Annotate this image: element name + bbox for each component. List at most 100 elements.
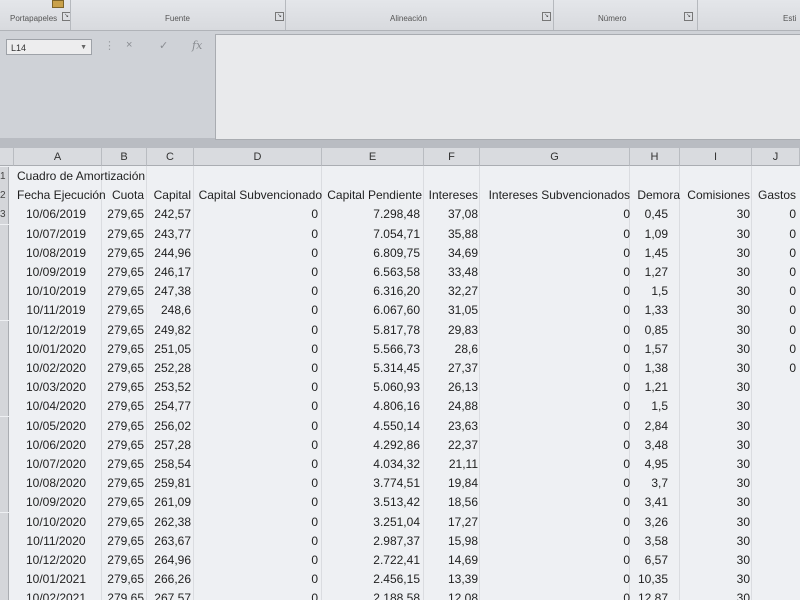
cell[interactable]: 10/06/2019 xyxy=(14,205,98,224)
cell[interactable]: 258,54 xyxy=(147,455,191,474)
cell[interactable]: 30 xyxy=(680,225,750,244)
cell[interactable]: 263,67 xyxy=(147,532,191,551)
cell[interactable]: 5.817,78 xyxy=(322,321,420,340)
cell[interactable]: 0 xyxy=(194,474,318,493)
cell[interactable]: 0 xyxy=(194,493,318,512)
cell[interactable]: Intereses xyxy=(424,186,478,205)
cell[interactable]: 10/11/2020 xyxy=(14,532,98,551)
cell[interactable]: 0 xyxy=(480,570,630,589)
cell[interactable]: 279,65 xyxy=(102,359,144,378)
cell[interactable]: Demora xyxy=(630,186,680,205)
cell[interactable]: 0 xyxy=(194,397,318,416)
cell[interactable] xyxy=(752,493,796,512)
cell[interactable]: 0 xyxy=(480,263,630,282)
cell[interactable]: 0 xyxy=(752,301,796,320)
cell[interactable]: 10/05/2020 xyxy=(14,417,98,436)
cell[interactable]: 0,85 xyxy=(630,321,668,340)
cell[interactable]: 30 xyxy=(680,474,750,493)
cell[interactable]: 30 xyxy=(680,205,750,224)
cell[interactable]: 10/08/2019 xyxy=(14,244,98,263)
cell[interactable]: 2.188,58 xyxy=(322,589,420,600)
cell[interactable]: 1,45 xyxy=(630,244,668,263)
cell[interactable]: 0 xyxy=(194,282,318,301)
cell[interactable]: 279,65 xyxy=(102,513,144,532)
cell[interactable]: 246,17 xyxy=(147,263,191,282)
cell[interactable]: 3,7 xyxy=(630,474,668,493)
cell[interactable]: 6.067,60 xyxy=(322,301,420,320)
cell[interactable]: 4,95 xyxy=(630,455,668,474)
cell[interactable] xyxy=(752,513,796,532)
cell[interactable]: 26,13 xyxy=(424,378,478,397)
cell[interactable]: 30 xyxy=(680,513,750,532)
column-header-b[interactable]: B xyxy=(102,148,147,166)
select-all-corner[interactable] xyxy=(0,148,14,166)
cell[interactable]: 0 xyxy=(194,532,318,551)
cell[interactable]: 30 xyxy=(680,378,750,397)
cell[interactable]: 0 xyxy=(752,340,796,359)
column-header-a[interactable]: A xyxy=(14,148,102,166)
cell[interactable]: 12,87 xyxy=(630,589,668,600)
cell[interactable]: 22,37 xyxy=(424,436,478,455)
cell[interactable]: 253,52 xyxy=(147,378,191,397)
cell[interactable]: 266,26 xyxy=(147,570,191,589)
cell[interactable]: 279,65 xyxy=(102,378,144,397)
formula-input[interactable] xyxy=(215,34,800,140)
cell[interactable]: 0 xyxy=(194,551,318,570)
cell[interactable]: 261,09 xyxy=(147,493,191,512)
cell[interactable]: 279,65 xyxy=(102,340,144,359)
cell[interactable]: 0 xyxy=(480,282,630,301)
cell[interactable]: 0 xyxy=(480,455,630,474)
column-header-j[interactable]: J xyxy=(752,148,800,166)
cell[interactable]: 31,05 xyxy=(424,301,478,320)
cell[interactable]: 10/12/2020 xyxy=(14,551,98,570)
chevron-down-icon[interactable]: ▼ xyxy=(80,40,87,56)
cell[interactable]: 35,88 xyxy=(424,225,478,244)
cell[interactable]: 279,65 xyxy=(102,205,144,224)
cancel-icon[interactable]: × xyxy=(126,39,132,51)
dialog-launcher-icon[interactable]: ↘ xyxy=(275,12,284,21)
cell[interactable]: 10/02/2020 xyxy=(14,359,98,378)
cell[interactable]: 18,56 xyxy=(424,493,478,512)
cell[interactable]: Comisiones xyxy=(680,186,750,205)
cell[interactable]: 0,45 xyxy=(630,205,668,224)
cell[interactable]: 4.550,14 xyxy=(322,417,420,436)
cell[interactable]: 10/07/2019 xyxy=(14,225,98,244)
cell[interactable]: 0 xyxy=(480,493,630,512)
cell[interactable]: 0 xyxy=(480,244,630,263)
cell[interactable]: 1,09 xyxy=(630,225,668,244)
column-header-g[interactable]: G xyxy=(480,148,630,166)
cell[interactable]: 3.774,51 xyxy=(322,474,420,493)
cell[interactable]: 30 xyxy=(680,493,750,512)
cell[interactable] xyxy=(752,397,796,416)
cell[interactable] xyxy=(752,474,796,493)
cell[interactable]: 10/01/2021 xyxy=(14,570,98,589)
cell[interactable]: 0 xyxy=(752,282,796,301)
cell[interactable]: 1,27 xyxy=(630,263,668,282)
cell[interactable]: Capital Pendiente xyxy=(322,186,422,205)
cell[interactable] xyxy=(752,589,796,600)
cell[interactable]: 7.054,71 xyxy=(322,225,420,244)
cell[interactable]: 279,65 xyxy=(102,263,144,282)
cell[interactable]: 19,84 xyxy=(424,474,478,493)
cell[interactable]: 30 xyxy=(680,340,750,359)
cell[interactable]: 30 xyxy=(680,397,750,416)
cell[interactable]: Intereses Subvencionados xyxy=(480,186,630,205)
cell[interactable]: 267,57 xyxy=(147,589,191,600)
cell[interactable]: 24,88 xyxy=(424,397,478,416)
cell[interactable]: 0 xyxy=(752,205,796,224)
cell[interactable]: 0 xyxy=(480,359,630,378)
cell[interactable]: 279,65 xyxy=(102,551,144,570)
cell[interactable]: 1,33 xyxy=(630,301,668,320)
column-header-h[interactable]: H xyxy=(630,148,680,166)
spreadsheet-grid[interactable]: A B C D E F G H I J 1 Cuadro de Amortizac… xyxy=(0,148,800,600)
cell[interactable]: 248,6 xyxy=(147,301,191,320)
cell[interactable]: 0 xyxy=(480,225,630,244)
cell[interactable]: 30 xyxy=(680,321,750,340)
cell[interactable]: 30 xyxy=(680,532,750,551)
cell[interactable]: 10/01/2020 xyxy=(14,340,98,359)
column-header-e[interactable]: E xyxy=(322,148,424,166)
cell[interactable]: 0 xyxy=(752,244,796,263)
cell[interactable]: 0 xyxy=(480,397,630,416)
cell[interactable]: 28,6 xyxy=(424,340,478,359)
cell[interactable]: 5.060,93 xyxy=(322,378,420,397)
